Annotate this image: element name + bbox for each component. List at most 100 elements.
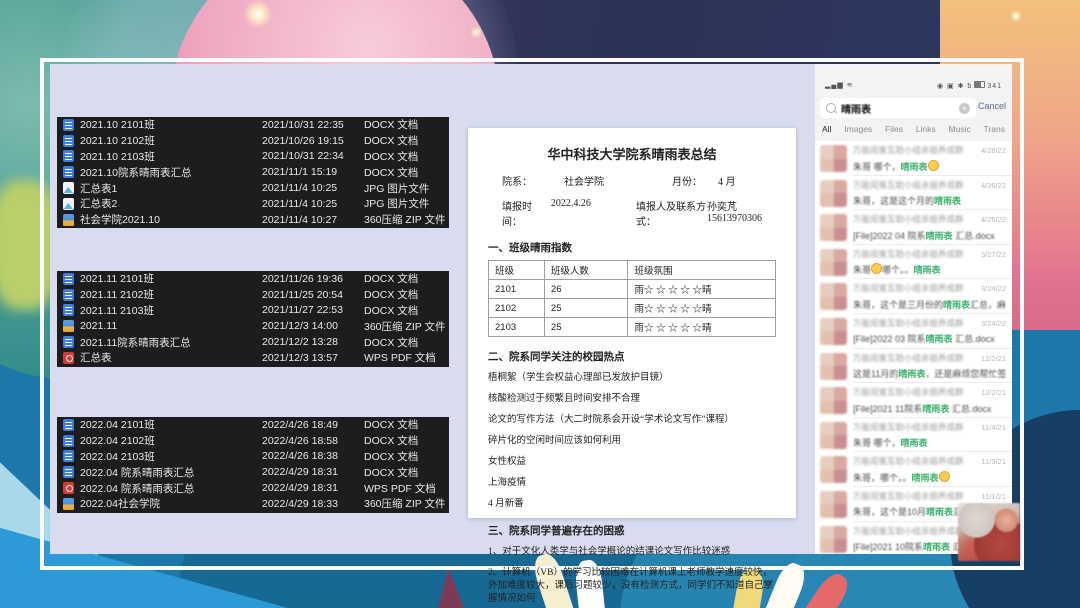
document-list-item: 核酸检测过于频繁且时间安排不合理 <box>488 394 641 404</box>
snippet-text: 朱哥，这个是三月份的 <box>853 299 944 310</box>
snippet-text: [File]2021 11院系 <box>853 403 923 414</box>
group-name: 万能闺蜜互助小组亲姐养成群 <box>853 248 964 259</box>
group-avatar <box>820 525 847 553</box>
report-date-value: 2022.4.26 <box>550 198 591 209</box>
docx-file-icon <box>63 450 74 463</box>
tab-all[interactable]: All <box>819 122 835 143</box>
table-row: 2103 25 雨☆ ☆ ☆ ☆ ☆晴 <box>488 317 776 337</box>
table-cell: 雨☆ ☆ ☆ ☆ ☆晴 <box>627 298 776 318</box>
docx-file-icon <box>63 434 74 447</box>
table-cell: 雨☆ ☆ ☆ ☆ ☆晴 <box>627 317 776 337</box>
file-row[interactable]: 2021.11 2101班 2021/11/26 19:36 DOCX 文档 <box>57 271 449 287</box>
table-cell: 2102 <box>488 298 545 318</box>
result-date: 4/26/22 <box>980 180 1006 190</box>
tab-images[interactable]: Images <box>844 122 872 140</box>
file-type: WPS PDF 文档 <box>364 352 436 365</box>
cancel-button[interactable]: Cancel <box>978 101 1006 111</box>
group-name: 万能闺蜜互助小组亲姐养成群 <box>853 214 964 225</box>
message-snippet: [File]2021 11院系晴雨表 汇总.docx <box>853 402 1006 415</box>
tab-links[interactable]: Links <box>916 122 936 140</box>
highlighted-keyword: 晴雨表 <box>926 507 954 518</box>
message-snippet: 朱哥，这个是三月份的晴雨表汇总，麻烦… <box>853 298 1006 311</box>
chat-title-row: 万能闺蜜互助小组亲姐养成群 4/28/22 <box>853 144 1006 156</box>
section3-heading: 三、院系同学普遍存在的困惑 <box>488 526 625 537</box>
file-name: 汇总表2 <box>80 198 118 211</box>
group-name: 万能闺蜜互助小组亲姐养成群 <box>853 387 964 398</box>
chat-title-row: 万能闺蜜互助小组亲姐养成群 12/2/21 <box>853 352 1006 364</box>
class-weather-table: 班级 班级人数 班级氛围 2101 26 雨☆ ☆ ☆ ☆ ☆晴 2102 25 雨☆ ☆ ☆… <box>488 260 776 337</box>
tab-files[interactable]: Files <box>885 122 903 140</box>
file-row[interactable]: 2021.10 2102班 2021/10/26 19:15 DOCX 文档 <box>57 133 449 149</box>
report-date-label: 填报时间： <box>502 202 532 228</box>
highlighted-keyword: 晴雨表 <box>943 299 971 310</box>
zip-file-icon <box>63 320 74 333</box>
group-avatar <box>820 317 847 345</box>
file-row[interactable]: 汇总表 2021/12/3 13:57 WPS PDF 文档 <box>57 350 449 366</box>
file-row[interactable]: 2022.04 院系晴雨表汇总 2022/4/29 18:31 DOCX 文档 <box>57 464 449 480</box>
file-row[interactable]: 2022.04 2103班 2022/4/26 18:38 DOCX 文档 <box>57 449 449 465</box>
file-name: 2021.11 <box>80 320 118 333</box>
message-snippet: 朱哥 哪个，晴雨表 <box>853 436 1006 449</box>
document-title: 华中科技大学院系晴雨表总结 <box>547 147 717 162</box>
group-name: 万能闺蜜互助小组亲姐养成群 <box>853 145 964 155</box>
search-result-row[interactable]: 万能闺蜜互助小组亲姐养成群 3/24/22 [File]2022 03 院系晴雨表 … <box>815 314 1012 349</box>
file-name: 2021.11 2101班 <box>80 273 154 286</box>
chat-main: 万能闺蜜互助小组亲姐养成群 11/4/21 朱哥 哪个，晴雨表 <box>853 421 1006 450</box>
result-date: 11/3/21 <box>981 457 1006 467</box>
group-avatar <box>820 214 847 242</box>
file-modified-date: 2022/4/26 18:38 <box>262 450 338 463</box>
search-result-row[interactable]: 万能闺蜜互助小组亲姐养成群 4/26/22 [File]2022 04 院系晴雨表 … <box>815 210 1012 245</box>
file-row[interactable]: 2021.10院系晴雨表汇总 2021/11/1 15:19 DOCX 文档 <box>57 164 449 180</box>
snippet-text: 汇总.docx <box>952 334 995 345</box>
file-row[interactable]: 汇总表1 2021/11/4 10:25 JPG 图片文件 <box>57 180 449 196</box>
dept-value: 社会学院 <box>564 177 604 188</box>
group-avatar <box>820 456 847 484</box>
tab-music[interactable]: Music <box>949 122 971 140</box>
chat-main: 万能闺蜜互助小组亲姐养成群 12/2/21 这是11月的晴雨表，还是麻烦您帮忙签收… <box>853 352 1006 381</box>
search-result-row[interactable]: 万能闺蜜互助小组亲姐养成群 12/2/21 [File]2021 11院系晴雨表 汇… <box>815 383 1012 418</box>
jpg-file-icon <box>63 182 74 195</box>
table-header: 班级人数 <box>543 260 629 280</box>
file-type: DOCX 文档 <box>364 466 419 479</box>
search-result-row[interactable]: 万能闺蜜互助小组亲姐养成群 11/4/21 朱哥 哪个，晴雨表 <box>815 418 1012 453</box>
file-row[interactable]: 2022.04 院系晴雨表汇总 2022/4/29 18:31 WPS PDF 文档 <box>57 480 449 496</box>
file-modified-date: 2021/12/3 14:00 <box>262 320 338 333</box>
clear-search-icon[interactable]: × <box>959 102 970 114</box>
chat-main: 万能闺蜜互助小组亲姐养成群 3/27/22 朱哥 哪个。。晴雨表 <box>853 248 1006 277</box>
message-snippet: [File]2022 04 院系晴雨表 汇总.docx <box>853 229 1006 242</box>
star-glow <box>470 26 482 38</box>
snippet-text: 汇总，麻烦… <box>970 299 1006 310</box>
search-results-list: 万能闺蜜互助小组亲姐养成群 4/28/22 朱哥 哪个，晴雨表 万能闺蜜互助小组亲姐养… <box>815 141 1012 554</box>
search-result-row[interactable]: 万能闺蜜互助小组亲姐养成群 3/27/22 朱哥 哪个。。晴雨表 <box>815 245 1012 280</box>
chat-title-row: 万能闺蜜互助小组亲姐养成群 3/24/22 <box>853 317 1006 329</box>
chat-title-row: 万能闺蜜互助小组亲姐养成群 4/26/22 <box>853 213 1006 225</box>
file-modified-date: 2021/12/2 13:28 <box>262 336 338 349</box>
snippet-text: 汇总.docx <box>949 403 992 414</box>
file-row[interactable]: 2021.10 2103班 2021/10/31 22:34 DOCX 文档 <box>57 149 449 165</box>
file-row[interactable]: 2021.11院系晴雨表汇总 2021/12/2 13:28 DOCX 文档 <box>57 334 449 350</box>
file-row[interactable]: 2022.04 2102班 2022/4/26 18:58 DOCX 文档 <box>57 433 449 449</box>
chat-main: 万能闺蜜互助小组亲姐养成群 4/28/22 朱哥 哪个，晴雨表 <box>853 144 1006 173</box>
tab-trans[interactable]: Trans <box>984 122 1005 140</box>
file-row[interactable]: 社会学院2021.10 2021/11/4 10:27 360压缩 ZIP 文件 <box>57 212 449 228</box>
file-row[interactable]: 2021.11 2102班 2021/11/25 20:54 DOCX 文档 <box>57 287 449 303</box>
search-result-row[interactable]: 万能闺蜜互助小组亲姐养成群 4/26/22 朱哥，这是这个月的晴雨表 <box>815 176 1012 211</box>
chat-title-row: 万能闺蜜互助小组亲姐养成群 3/24/22 <box>853 282 1006 294</box>
file-row[interactable]: 2021.10 2101班 2021/10/31 22:35 DOCX 文档 <box>57 117 449 133</box>
table-cell: 25 <box>543 317 629 337</box>
file-name: 2021.11院系晴雨表汇总 <box>80 336 191 349</box>
search-result-row[interactable]: 万能闺蜜互助小组亲姐养成群 4/28/22 朱哥 哪个，晴雨表 <box>815 141 1012 176</box>
search-result-row[interactable]: 万能闺蜜互助小组亲姐养成群 3/24/22 朱哥，这个是三月份的晴雨表汇总，麻烦… <box>815 279 1012 314</box>
file-modified-date: 2021/12/3 13:57 <box>262 351 338 364</box>
search-input[interactable]: 晴雨表 × <box>820 98 976 118</box>
file-name: 汇总表1 <box>80 182 118 195</box>
file-row[interactable]: 汇总表2 2021/11/4 10:25 JPG 图片文件 <box>57 196 449 212</box>
file-row[interactable]: 2021.11 2021/12/3 14:00 360压缩 ZIP 文件 <box>57 318 449 334</box>
search-result-row[interactable]: 万能闺蜜互助小组亲姐养成群 11/3/21 朱哥，哪个。。晴雨表 <box>815 452 1012 487</box>
search-result-row[interactable]: 万能闺蜜互助小组亲姐养成群 12/2/21 这是11月的晴雨表，还是麻烦您帮忙签收… <box>815 349 1012 384</box>
file-row[interactable]: 2021.11 2103班 2021/11/27 22:53 DOCX 文档 <box>57 303 449 319</box>
file-row[interactable]: 2022.04社会学院 2022/4/29 18:33 360压缩 ZIP 文件 <box>57 496 449 512</box>
result-date: 11/4/21 <box>981 422 1006 432</box>
snippet-text: 朱哥 <box>853 265 872 276</box>
file-row[interactable]: 2022.04 2101班 2022/4/26 18:49 DOCX 文档 <box>57 417 449 433</box>
